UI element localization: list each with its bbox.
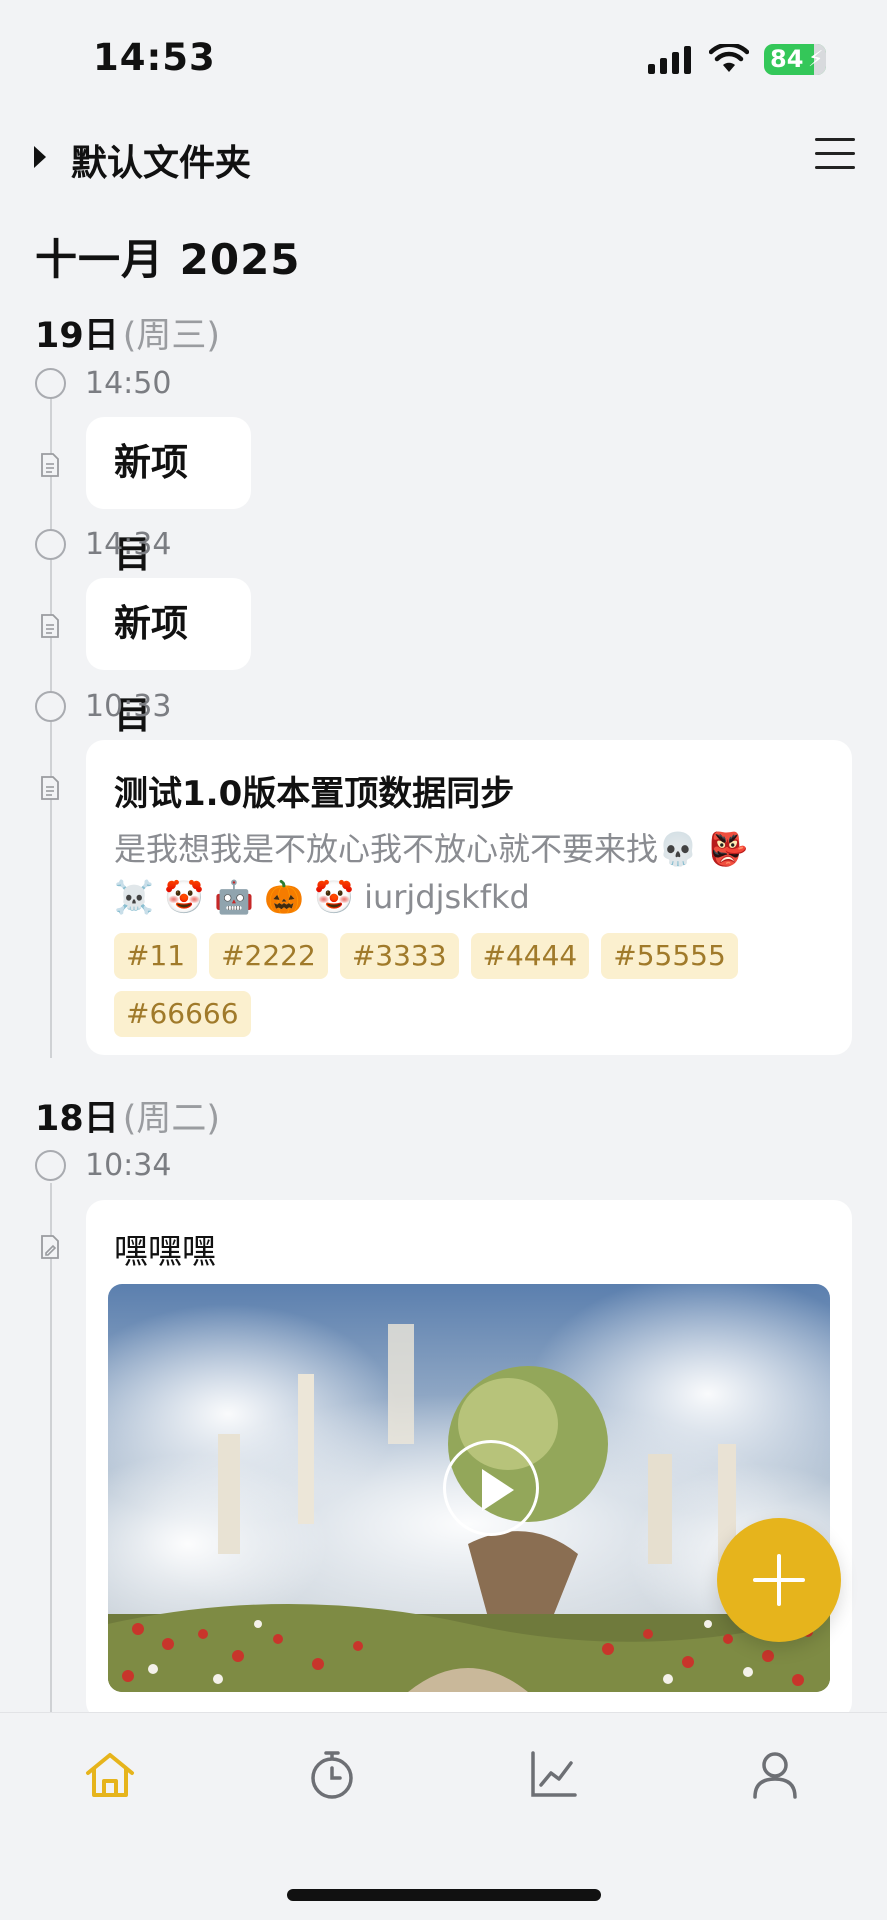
- entry-title: 嘿嘿嘿: [114, 1232, 216, 1272]
- add-entry-button[interactable]: [717, 1518, 841, 1642]
- complete-checkbox[interactable]: [35, 529, 66, 560]
- tag[interactable]: #66666: [114, 991, 251, 1037]
- menu-icon: [815, 138, 855, 141]
- video-entry-card[interactable]: 嘿嘿嘿: [86, 1200, 852, 1720]
- timeline-line: [50, 398, 52, 1058]
- tag[interactable]: #11: [114, 933, 198, 979]
- entry-time: 10:34: [85, 1148, 172, 1183]
- status-bar: 14:53 84 ⚡: [0, 0, 887, 120]
- month-title: 十一月 2025: [35, 235, 301, 284]
- home-indicator: [287, 1889, 601, 1901]
- entry-body-line: ☠️ 🤡 🤖 🎃 🤡 iurjdjskfkd: [114, 878, 530, 916]
- battery-level: 84: [770, 45, 804, 73]
- entry-body-line: 是我想我是不放心我不放心就不要来找💀 👺: [114, 830, 748, 868]
- folder-toggle-icon[interactable]: [34, 146, 46, 168]
- entry-card[interactable]: 新项目: [86, 578, 251, 737]
- day-label: 19日: [35, 316, 119, 356]
- day-header: 18日 (周二): [35, 1090, 220, 1141]
- timer-icon[interactable]: [306, 1749, 358, 1801]
- entry-title: 新项目: [114, 602, 188, 737]
- video-thumbnail[interactable]: [108, 1284, 830, 1692]
- chart-icon[interactable]: [527, 1749, 579, 1801]
- weekday-label: (周三): [122, 316, 221, 356]
- day-header: 19日 (周三): [35, 307, 220, 358]
- tag[interactable]: #55555: [601, 933, 738, 979]
- document-icon: [41, 614, 59, 638]
- battery-indicator: 84 ⚡: [764, 44, 826, 75]
- weekday-label: (周二): [122, 1099, 221, 1139]
- document-icon: [41, 776, 59, 800]
- edit-document-icon: [41, 1235, 59, 1259]
- signal-icon: [648, 46, 691, 74]
- timeline-line: [50, 1183, 52, 1713]
- entry-time: 10:33: [85, 689, 172, 724]
- charging-bolt-icon: ⚡: [808, 47, 824, 72]
- entry-title: 新项目: [114, 441, 188, 576]
- complete-checkbox[interactable]: [35, 368, 66, 399]
- status-time: 14:53: [93, 36, 216, 79]
- profile-icon[interactable]: [749, 1749, 801, 1801]
- header: 默认文件夹: [0, 130, 887, 190]
- day-label: 18日: [35, 1099, 119, 1139]
- tag[interactable]: #4444: [470, 933, 590, 979]
- entry-time: 14:34: [85, 527, 172, 562]
- document-icon: [41, 453, 59, 477]
- tag[interactable]: #2222: [209, 933, 328, 979]
- wifi-icon: [709, 44, 749, 72]
- complete-checkbox[interactable]: [35, 1150, 66, 1181]
- complete-checkbox[interactable]: [35, 691, 66, 722]
- entry-card[interactable]: 测试1.0版本置顶数据同步 是我想我是不放心我不放心就不要来找💀 👺 ☠️ 🤡 …: [86, 740, 852, 1055]
- tag[interactable]: #3333: [339, 933, 459, 979]
- entry-time: 14:50: [85, 366, 172, 401]
- play-icon[interactable]: [443, 1440, 539, 1536]
- folder-name[interactable]: 默认文件夹: [71, 134, 251, 186]
- entry-title: 测试1.0版本置顶数据同步: [114, 774, 515, 814]
- menu-button[interactable]: [815, 138, 855, 174]
- home-icon[interactable]: [84, 1749, 136, 1801]
- entry-body: 是我想我是不放心我不放心就不要来找💀 👺 ☠️ 🤡 🤖 🎃 🤡 iurjdjsk…: [86, 815, 852, 921]
- entry-card[interactable]: 新项目: [86, 417, 251, 576]
- tag-list: #11 #2222 #3333 #4444 #55555 #66666: [86, 921, 826, 1037]
